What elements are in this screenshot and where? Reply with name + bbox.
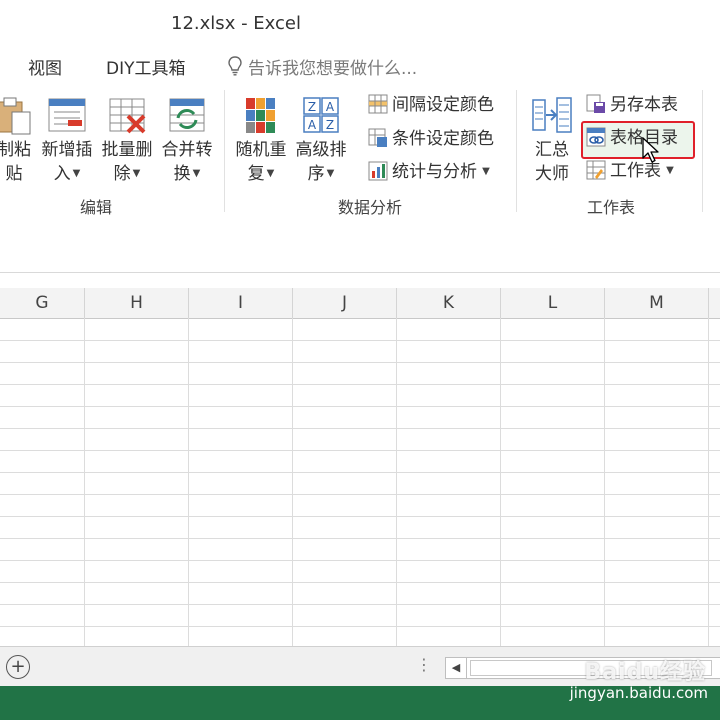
worksheet-icon (586, 160, 606, 180)
random-blocks-icon (246, 98, 275, 133)
add-insert-button[interactable]: 新增插 入 ▼ (38, 94, 96, 186)
group-separator (516, 90, 517, 212)
random-repeat-button[interactable]: 随机重 复 ▼ (232, 94, 290, 186)
baidu-watermark: Baidu经验 (584, 654, 706, 686)
merge-convert-button[interactable]: 合并转 换 ▼ (158, 94, 216, 186)
grid-line (604, 318, 605, 646)
save-this-sheet-button[interactable]: 另存本表 (586, 92, 678, 118)
grid-line (0, 494, 720, 495)
summary-icon (532, 97, 572, 133)
grid-line (0, 626, 720, 627)
column-header-i[interactable]: I (189, 288, 293, 318)
group-separator (224, 90, 225, 212)
group-label-data-analysis: 数据分析 (337, 198, 402, 217)
column-header-h[interactable]: H (85, 288, 189, 318)
column-header-j[interactable]: J (293, 288, 397, 318)
grid-line (0, 582, 720, 583)
column-header-k[interactable]: K (397, 288, 501, 318)
grid-line (0, 604, 720, 605)
tell-me-search[interactable]: 告诉我您想要做什么... (228, 54, 417, 79)
condition-color-button[interactable]: 条件设定颜色 (368, 126, 494, 152)
tab-splitter-handle[interactable]: ⋮ (416, 655, 432, 674)
table-index-button[interactable]: 表格目录 (586, 125, 678, 151)
grid-line (0, 384, 720, 385)
menu-diy-toolbox[interactable]: DIY工具箱 (106, 54, 186, 79)
grid-line (0, 406, 720, 407)
group-label-worksheet: 工作表 (586, 198, 635, 217)
svg-text:Z: Z (308, 100, 316, 114)
grid-line (0, 472, 720, 473)
insert-table-icon (48, 98, 86, 132)
save-sheet-icon (586, 94, 605, 113)
interval-grid-icon (368, 94, 388, 114)
clipboard-icon (0, 97, 31, 135)
ribbon: 制粘 贴 新增插 入 ▼ 批量删 除 ▼ 合并转 换 ▼ 编辑 随机重 复 ▼ … (0, 84, 720, 225)
window-title: 12.xlsx - Excel (171, 13, 301, 34)
batch-delete-button[interactable]: 批量删 除 ▼ (98, 94, 156, 186)
condition-color-icon (368, 128, 387, 147)
grid-line (0, 428, 720, 429)
grid-line (708, 318, 709, 646)
grid-line (84, 318, 85, 646)
add-sheet-button[interactable]: + (6, 655, 30, 679)
grid-line (0, 362, 720, 363)
scroll-left-arrow-icon[interactable]: ◀ (446, 658, 467, 678)
group-separator (702, 90, 703, 212)
advanced-sort-button[interactable]: Z A A Z 高级排 序 ▼ (292, 94, 350, 186)
svg-text:A: A (326, 100, 335, 114)
grid-line (0, 450, 720, 451)
grid-line (0, 340, 720, 341)
lightbulb-icon (228, 56, 242, 76)
column-header-l[interactable]: L (501, 288, 605, 318)
grid-line (0, 538, 720, 539)
delete-table-icon (109, 98, 146, 134)
menu-view[interactable]: 视图 (28, 54, 62, 79)
column-header-g[interactable]: G (0, 288, 85, 318)
convert-table-icon (169, 98, 205, 132)
title-bar: 12.xlsx - Excel (0, 0, 720, 48)
copy-paste-button[interactable]: 制粘 贴 (0, 94, 36, 186)
column-header-row: G H I J K L M (0, 288, 720, 319)
menu-bar: 视图 DIY工具箱 告诉我您想要做什么... (0, 48, 720, 84)
formula-bar-area (0, 224, 720, 273)
grid-line (396, 318, 397, 646)
svg-text:A: A (308, 118, 317, 132)
mouse-cursor-icon (642, 137, 659, 163)
watermark-url: jingyan.baidu.com (569, 684, 708, 702)
svg-text:Z: Z (326, 118, 334, 132)
link-table-icon (586, 127, 606, 147)
grid-line (0, 560, 720, 561)
grid-line (0, 516, 720, 517)
worksheet-grid[interactable]: G H I J K L M (0, 288, 720, 646)
summary-master-button[interactable]: 汇总 大师 (524, 94, 580, 186)
stats-analysis-button[interactable]: 统计与分析 ▼ (368, 159, 490, 185)
interval-color-button[interactable]: 间隔设定颜色 (368, 92, 494, 118)
stats-icon (368, 161, 388, 181)
column-header-m[interactable]: M (605, 288, 709, 318)
sort-az-icon: Z A A Z (303, 97, 339, 133)
grid-line (500, 318, 501, 646)
watermark-logo: Baidu经验 (584, 660, 706, 685)
grid-line (188, 318, 189, 646)
grid-line (292, 318, 293, 646)
group-label-edit: 编辑 (79, 198, 112, 217)
